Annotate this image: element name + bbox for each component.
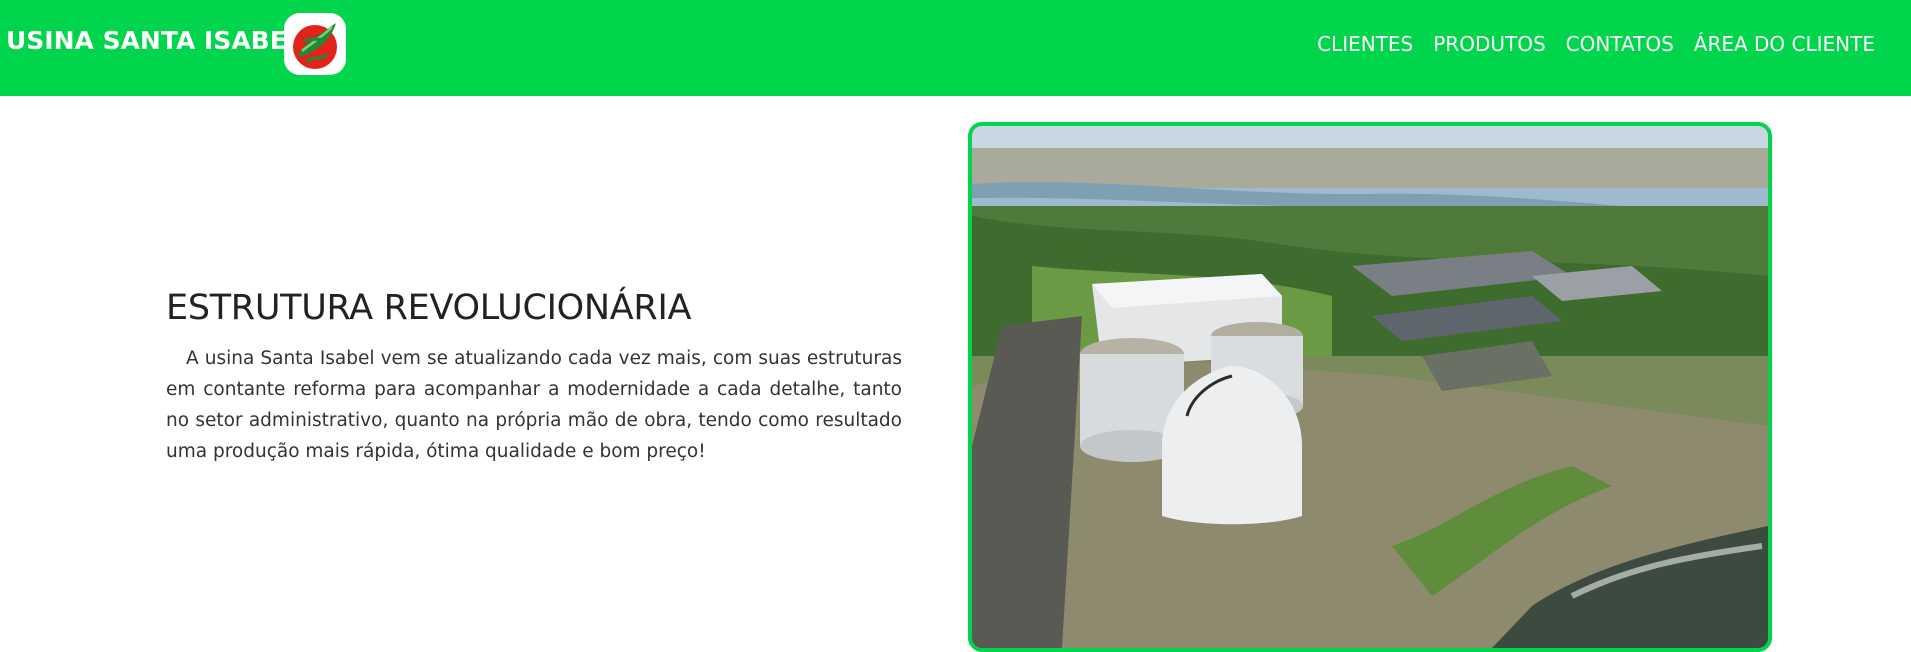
aerial-photo-illustration xyxy=(972,126,1768,648)
section-title: ESTRUTURA REVOLUCIONÁRIA xyxy=(166,288,692,328)
plant-aerial-photo xyxy=(968,122,1772,652)
top-navbar: USINA SANTA ISABEL CLIENTES PRODUTOS CON… xyxy=(0,0,1911,96)
leaf-logo-icon[interactable] xyxy=(282,11,348,77)
nav-link-produtos[interactable]: PRODUTOS xyxy=(1433,32,1545,56)
brand-name[interactable]: USINA SANTA ISABEL xyxy=(6,26,303,55)
main-nav: CLIENTES PRODUTOS CONTATOS ÁREA DO CLIEN… xyxy=(1317,32,1875,56)
nav-link-clientes[interactable]: CLIENTES xyxy=(1317,32,1413,56)
nav-link-area-do-cliente[interactable]: ÁREA DO CLIENTE xyxy=(1694,32,1875,56)
section-description: A usina Santa Isabel vem se atualizando … xyxy=(166,348,902,462)
nav-link-contatos[interactable]: CONTATOS xyxy=(1566,32,1674,56)
